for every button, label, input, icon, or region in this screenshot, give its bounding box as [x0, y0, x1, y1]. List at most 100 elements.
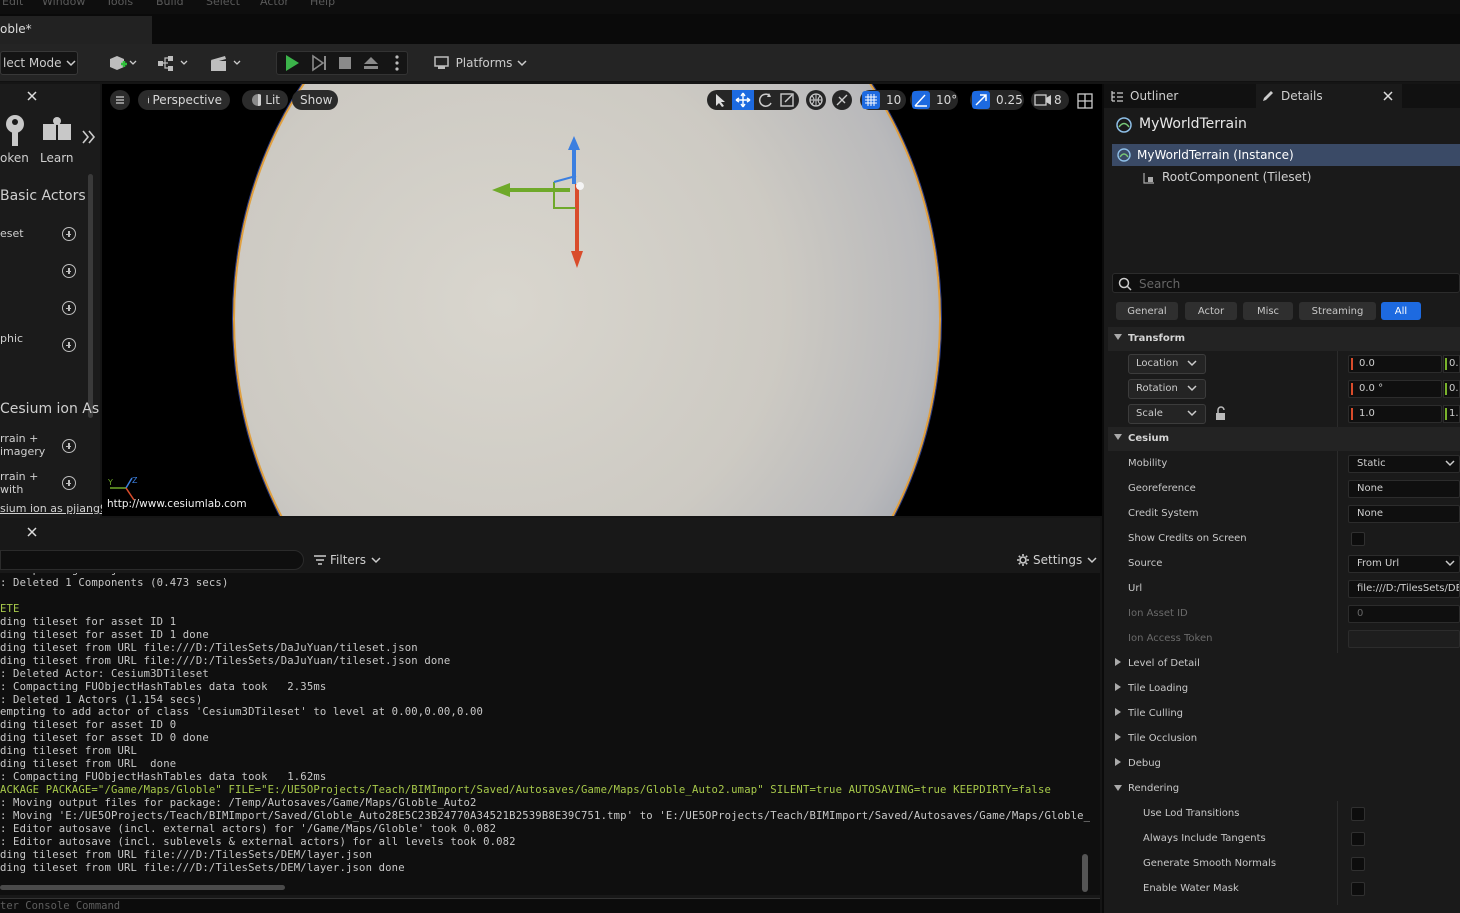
- location-x-field[interactable]: 0.0: [1348, 355, 1442, 373]
- root-component-label[interactable]: RootComponent (Tileset): [1162, 170, 1311, 184]
- grid-snap-toggle[interactable]: [862, 91, 880, 109]
- rotation-snap-toggle[interactable]: [912, 91, 930, 109]
- select-mode-dropdown[interactable]: lect Mode: [0, 51, 78, 75]
- basic-actors-heading[interactable]: Basic Actors: [0, 188, 86, 204]
- rotation-mode-dropdown[interactable]: Rotation: [1128, 379, 1206, 399]
- level-of-detail-section[interactable]: Level of Detail: [1108, 652, 1460, 676]
- play-icon[interactable]: [286, 55, 299, 71]
- rotation-snap-value[interactable]: 10°: [936, 93, 957, 107]
- translate-tool-button[interactable]: [732, 90, 754, 110]
- cesium-ion-account-link[interactable]: sium ion as pjiang9: [0, 502, 107, 515]
- add-icon[interactable]: [62, 264, 76, 278]
- add-icon[interactable]: [62, 338, 76, 352]
- key-icon[interactable]: [0, 112, 30, 152]
- stop-icon[interactable]: [339, 57, 351, 69]
- show-button[interactable]: Show: [292, 90, 338, 110]
- menu-item-build[interactable]: Build: [156, 0, 184, 8]
- menu-item-window[interactable]: Window: [42, 0, 85, 8]
- menu-item-actor[interactable]: Actor: [260, 0, 289, 8]
- scale-snap-value[interactable]: 0.25: [996, 93, 1023, 107]
- filter-streaming[interactable]: Streaming: [1299, 302, 1376, 320]
- use-lod-transitions-checkbox[interactable]: [1351, 807, 1365, 821]
- camera-speed-value[interactable]: 8: [1054, 93, 1062, 107]
- log-output[interactable]: : Compacting FUObjectHashTables data too…: [0, 573, 1100, 895]
- filter-misc[interactable]: Misc: [1243, 302, 1293, 320]
- location-mode-dropdown[interactable]: Location: [1128, 354, 1206, 374]
- log-settings-dropdown[interactable]: Settings: [1016, 551, 1098, 569]
- cinematics-button[interactable]: [208, 51, 244, 75]
- filter-all[interactable]: All: [1381, 302, 1421, 320]
- select-arrow-icon[interactable]: [711, 92, 729, 108]
- layout-grid-icon[interactable]: [1076, 92, 1094, 110]
- grid-snap-value[interactable]: 10: [886, 93, 901, 107]
- lock-icon[interactable]: [1214, 406, 1228, 422]
- menu-item-edit[interactable]: Edit: [2, 0, 23, 8]
- actor-name[interactable]: MyWorldTerrain: [1139, 116, 1247, 132]
- location-y-field[interactable]: 0.0: [1443, 355, 1460, 373]
- tile-loading-section[interactable]: Tile Loading: [1108, 677, 1460, 701]
- platforms-dropdown[interactable]: Platforms: [430, 51, 530, 75]
- rotate-icon[interactable]: [756, 91, 776, 109]
- advance-frame-icon[interactable]: [312, 54, 326, 72]
- rendering-section[interactable]: Rendering: [1108, 777, 1460, 801]
- show-credits-checkbox[interactable]: [1351, 532, 1365, 546]
- scale-icon[interactable]: [778, 91, 798, 109]
- tile-culling-section[interactable]: Tile Culling: [1108, 702, 1460, 726]
- log-horizontal-scrollbar[interactable]: [0, 885, 285, 890]
- blueprint-button[interactable]: [156, 51, 192, 75]
- tab-outliner[interactable]: Outliner: [1110, 84, 1178, 108]
- log-vertical-scrollbar[interactable]: [1082, 854, 1088, 892]
- add-icon[interactable]: [62, 439, 76, 453]
- tile-occlusion-section[interactable]: Tile Occlusion: [1108, 727, 1460, 751]
- scrollbar[interactable]: [88, 174, 93, 418]
- lit-button[interactable]: Lit: [242, 90, 288, 110]
- close-icon[interactable]: [1383, 91, 1393, 101]
- tab-details[interactable]: Details: [1256, 84, 1402, 108]
- transform-gizmo[interactable]: [490, 136, 600, 271]
- scale-y-field[interactable]: 1.0: [1443, 405, 1460, 423]
- filter-general[interactable]: General: [1116, 302, 1178, 320]
- level-tab[interactable]: oble*: [0, 16, 152, 44]
- generate-smooth-normals-checkbox[interactable]: [1351, 857, 1365, 871]
- scale-mode-dropdown[interactable]: Scale: [1128, 404, 1206, 424]
- mobility-dropdown[interactable]: Static: [1348, 455, 1460, 473]
- credit-watermark[interactable]: http://www.cesiumlab.com: [107, 498, 247, 510]
- cesium-ion-heading[interactable]: Cesium ion As: [0, 401, 99, 417]
- add-icon[interactable]: [62, 476, 76, 490]
- url-field[interactable]: file:///D:/TilesSets/DEM/layer.json: [1348, 580, 1460, 598]
- perspective-button[interactable]: Perspective: [138, 90, 230, 110]
- enable-water-mask-checkbox[interactable]: [1351, 882, 1365, 896]
- rotation-x-field[interactable]: 0.0 °: [1348, 380, 1442, 398]
- close-icon[interactable]: [26, 90, 38, 102]
- cesium-category[interactable]: Cesium: [1108, 427, 1460, 451]
- console-command-input[interactable]: ter Console Command: [0, 898, 1100, 913]
- learn-icon[interactable]: [40, 114, 74, 148]
- viewport-options-button[interactable]: [110, 90, 130, 110]
- filter-actor[interactable]: Actor: [1185, 302, 1237, 320]
- menu-item-select[interactable]: Select: [206, 0, 240, 8]
- always-include-tangents-checkbox[interactable]: [1351, 832, 1365, 846]
- log-search-input[interactable]: [0, 550, 304, 570]
- menu-item-help[interactable]: Help: [310, 0, 335, 8]
- credit-system-picker[interactable]: None: [1348, 505, 1460, 523]
- scale-snap-toggle[interactable]: [972, 91, 990, 109]
- menu-item-tools[interactable]: Tools: [106, 0, 133, 8]
- more-options-icon[interactable]: [395, 55, 399, 71]
- add-icon[interactable]: [62, 301, 76, 315]
- splitter[interactable]: [1102, 84, 1104, 913]
- instance-row[interactable]: MyWorldTerrain (Instance): [1112, 144, 1460, 166]
- add-actor-button[interactable]: [106, 51, 140, 75]
- georeference-picker[interactable]: None: [1348, 480, 1460, 498]
- source-dropdown[interactable]: From Url: [1348, 555, 1460, 573]
- add-icon[interactable]: [62, 227, 76, 241]
- transform-category[interactable]: Transform: [1108, 327, 1460, 351]
- scale-x-field[interactable]: 1.0: [1348, 405, 1442, 423]
- rotation-y-field[interactable]: 0.0: [1443, 380, 1460, 398]
- log-filters-dropdown[interactable]: Filters: [313, 551, 382, 569]
- debug-section[interactable]: Debug: [1108, 752, 1460, 776]
- eject-icon[interactable]: [364, 57, 378, 69]
- chevron-right-double-icon[interactable]: [80, 128, 96, 146]
- details-search-input[interactable]: Search: [1112, 273, 1460, 293]
- level-viewport[interactable]: Perspective Lit Show 10 10° 0.25 8 Y Z h…: [102, 84, 1102, 516]
- close-icon[interactable]: [26, 526, 38, 538]
